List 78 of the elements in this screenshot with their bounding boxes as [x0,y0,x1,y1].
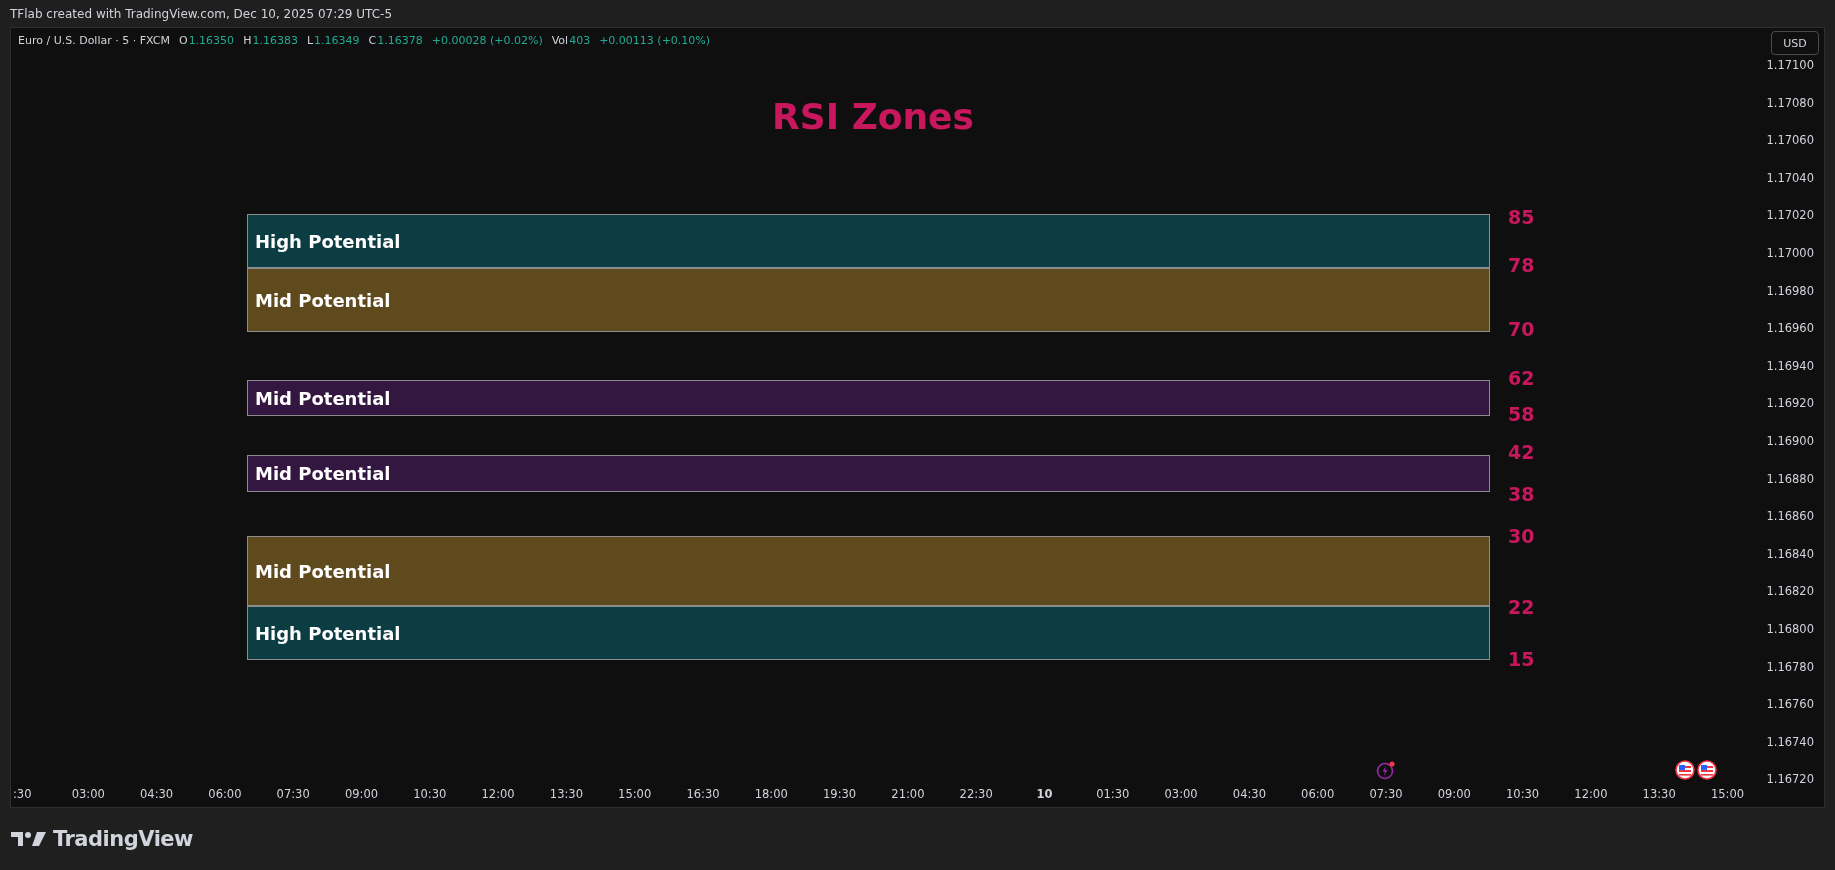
time-label: :30 [13,787,32,801]
time-label: 22:30 [959,787,993,801]
level-label: 38 [1508,483,1535,505]
price-label: 1.16780 [1766,659,1814,674]
price-label: 1.16900 [1766,434,1814,448]
logo-icon [11,830,47,847]
zone-label: Mid Potential [255,463,391,484]
time-label: 10:30 [413,787,447,801]
time-label: 13:30 [1642,787,1676,801]
time-label: 18:00 [754,787,788,801]
price-label: 1.16940 [1766,358,1814,373]
zone-label: High Potential [255,230,401,252]
volume-value: Vol403 [551,34,591,47]
time-label: 19:30 [823,787,857,801]
price-label: 1.17020 [1766,208,1814,223]
level-label: 58 [1508,403,1535,425]
price-label: 1.16740 [1766,734,1814,749]
level-label: 62 [1508,367,1535,389]
ohlc-value: H1.16383 [243,34,298,47]
ohlc-value: O 1.16350 [178,34,235,47]
zone-label: High Potential [255,622,401,644]
time-label: 10 [1036,787,1053,801]
volume-change: +0.00113 (+0.10%) [599,34,711,47]
lightning-icon[interactable] [1376,760,1396,780]
price-label: 1.16960 [1766,321,1814,336]
time-label: 13:30 [549,787,583,801]
time-label: 06:00 [1301,787,1335,801]
time-label: 09:00 [1437,787,1471,801]
flag-icon[interactable] [1675,760,1695,780]
level-label: 78 [1508,254,1535,276]
time-label: 07:30 [1369,787,1403,801]
price-label: 1.17040 [1766,170,1814,185]
time-label: 07:30 [276,787,310,801]
price-label: 1.16920 [1766,396,1814,411]
price-label: 1.16720 [1766,772,1814,787]
price-label: 1.17100 [1766,58,1814,72]
zone-label: Mid Potential [255,387,391,409]
symbol-label: Euro / U.S. Dollar · 5 · FXCM [18,34,170,47]
time-label: 21:00 [891,787,925,801]
level-label: 85 [1508,206,1535,228]
price-label: 1.16880 [1766,471,1814,486]
price-label: 1.17060 [1766,133,1814,148]
time-label: 15:00 [1710,787,1745,801]
level-label: 70 [1508,318,1535,340]
ohlc-value: C1.16378 [368,34,423,47]
zone-label: Mid Potential [255,289,391,311]
zone-label: Mid Potential [255,560,391,582]
time-label: 09:00 [344,787,379,801]
time-label: 03:00 [71,787,105,801]
chart-title: RSI Zones [772,95,974,137]
change-value: +0.00028 (+0.02%) [431,34,543,47]
time-label: 12:00 [1574,787,1608,801]
time-label: 04:30 [1232,787,1266,801]
brand-name: TradingView [53,826,193,851]
time-label: 06:00 [208,787,242,801]
currency-button[interactable]: USD [1771,31,1819,55]
time-label: 16:30 [686,787,720,801]
time-label: 15:00 [618,787,652,801]
time-label: 01:30 [1096,787,1130,801]
price-label: 1.16820 [1766,584,1814,599]
ohlc-value: L1.16349 [306,34,360,47]
level-label: 42 [1508,441,1535,463]
price-label: 1.16760 [1766,697,1814,712]
price-label: 1.16860 [1766,509,1814,524]
time-label: 10:30 [1506,787,1540,801]
price-label: 1.16800 [1766,622,1814,636]
flag-icon[interactable] [1697,760,1717,780]
level-label: 30 [1508,525,1535,547]
price-label: 1.17000 [1766,246,1814,260]
price-label: 1.16840 [1766,546,1814,561]
time-label: 03:00 [1164,787,1198,801]
chart-caption: TFlab created with TradingView.com, Dec 10, 2025 07:29 UTC-5 [10,6,393,21]
level-label: 15 [1508,648,1535,670]
time-label: 04:30 [140,787,174,801]
time-label: 12:00 [481,787,515,801]
price-label: 1.16980 [1766,283,1814,298]
level-label: 22 [1508,596,1535,618]
price-label: 1.17080 [1766,95,1814,110]
